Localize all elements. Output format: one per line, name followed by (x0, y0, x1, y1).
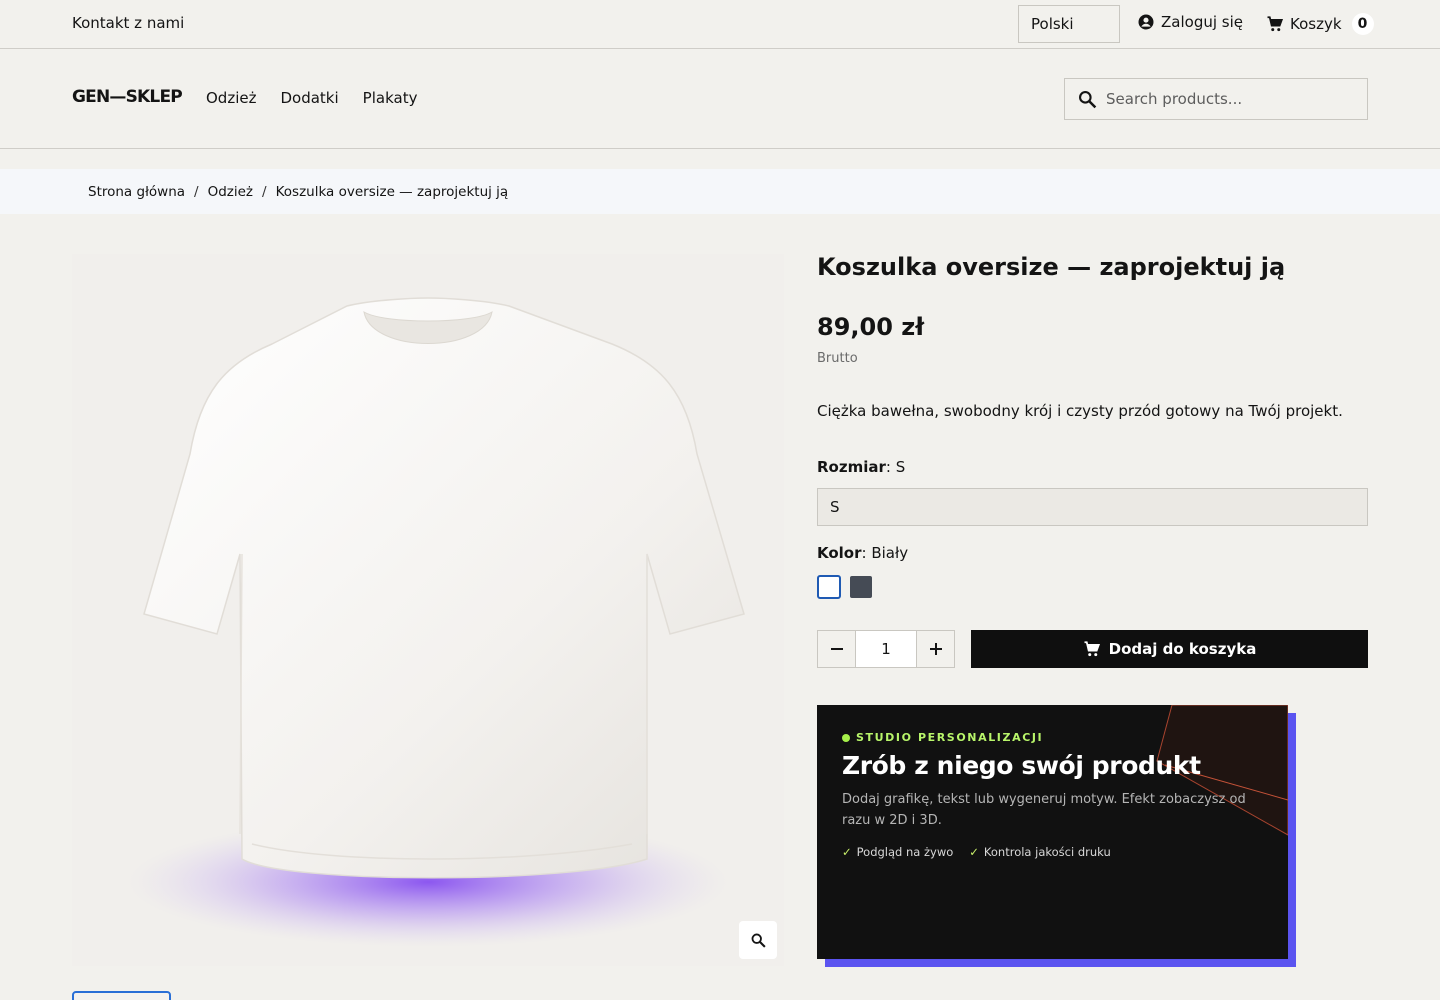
product-price: 89,00 zł (817, 313, 925, 341)
minus-icon (830, 648, 843, 650)
breadcrumb-separator: / (194, 183, 199, 200)
breadcrumb: Strona główna / Odzież / Koszulka oversi… (0, 169, 1440, 214)
color-label: Kolor: Biały (817, 544, 909, 562)
nav-item-dodatki[interactable]: Dodatki (280, 89, 338, 107)
feature-item: ✓ Kontrola jakości druku (969, 845, 1110, 859)
product-gallery[interactable] (72, 254, 784, 966)
plus-icon (929, 643, 942, 655)
zoom-button[interactable] (739, 921, 777, 959)
cart-icon (1084, 641, 1100, 657)
quantity-decrease-button[interactable] (818, 631, 855, 667)
breadcrumb-home[interactable]: Strona główna (88, 184, 185, 200)
zoom-icon (751, 933, 766, 948)
cart-label: Koszyk (1290, 15, 1342, 33)
color-label-name: Kolor (817, 544, 862, 562)
live-dot-icon (842, 733, 850, 742)
breadcrumb-category[interactable]: Odzież (208, 184, 253, 200)
contact-link[interactable]: Kontakt z nami (72, 14, 184, 32)
cart-link[interactable]: Koszyk 0 (1266, 13, 1374, 35)
studio-kicker-label: STUDIO PERSONALIZACJI (856, 731, 1044, 744)
search-placeholder: Search products... (1106, 90, 1243, 108)
quantity-increase-button[interactable] (917, 631, 954, 667)
nav-item-plakaty[interactable]: Plakaty (363, 89, 418, 107)
product-description: Ciężka bawełna, swobodny krój i czysty p… (817, 402, 1343, 420)
personalization-studio-card[interactable]: STUDIO PERSONALIZACJI Zrób z niego swój … (817, 705, 1288, 959)
main-nav: Odzież Dodatki Plakaty (206, 89, 417, 107)
studio-subtext: Dodaj grafikę, tekst lub wygeneruj motyw… (842, 792, 1246, 828)
nav-item-odziez[interactable]: Odzież (206, 89, 256, 107)
top-bar: Kontakt z nami Polski Zaloguj się Koszyk… (0, 0, 1440, 49)
studio-features: ✓ Podgląd na żywo ✓ Kontrola jakości dru… (842, 845, 1111, 859)
breadcrumb-current: Koszulka oversize — zaprojektuj ją (275, 183, 509, 200)
feature-item: ✓ Podgląd na żywo (842, 845, 953, 859)
search-icon (1079, 90, 1097, 108)
add-to-cart-label: Dodaj do koszyka (1108, 640, 1257, 658)
checkmark-icon: ✓ (969, 845, 979, 859)
user-icon (1138, 14, 1154, 30)
cart-count-badge: 0 (1351, 13, 1374, 35)
studio-headline: Zrób z niego swój produkt (842, 751, 1201, 780)
tax-note: Brutto (817, 351, 858, 366)
site-header: GEN—SKLEP Odzież Dodatki Plakaty Search … (0, 49, 1440, 149)
login-label: Zaloguj się (1161, 13, 1243, 31)
gallery-thumbnail[interactable] (72, 991, 171, 1000)
language-select[interactable]: Polski (1018, 5, 1120, 43)
feature-label: Kontrola jakości druku (983, 845, 1111, 859)
studio-kicker: STUDIO PERSONALIZACJI (842, 731, 1043, 744)
feature-label: Podgląd na żywo (856, 845, 954, 859)
cart-icon (1267, 16, 1284, 32)
breadcrumb-separator: / (262, 183, 267, 200)
add-to-cart-button[interactable]: Dodaj do koszyka (971, 630, 1368, 668)
quantity-input[interactable]: 1 (855, 631, 917, 667)
color-swatch-white[interactable] (817, 575, 841, 599)
login-link[interactable]: Zaloguj się (1137, 13, 1243, 31)
search-input[interactable]: Search products... (1064, 78, 1368, 120)
product-image (72, 254, 784, 966)
site-logo[interactable]: GEN—SKLEP (72, 87, 183, 107)
size-label-name: Rozmiar (817, 458, 886, 476)
color-swatch-graphite[interactable] (850, 576, 872, 598)
color-label-value: Biały (871, 544, 909, 562)
size-select[interactable]: S (817, 488, 1368, 526)
product-title: Koszulka oversize — zaprojektuj ją (817, 253, 1286, 281)
checkmark-icon: ✓ (842, 845, 852, 859)
size-label-value: S (895, 458, 906, 476)
size-label: Rozmiar: S (817, 458, 906, 476)
quantity-stepper: 1 (817, 630, 955, 668)
